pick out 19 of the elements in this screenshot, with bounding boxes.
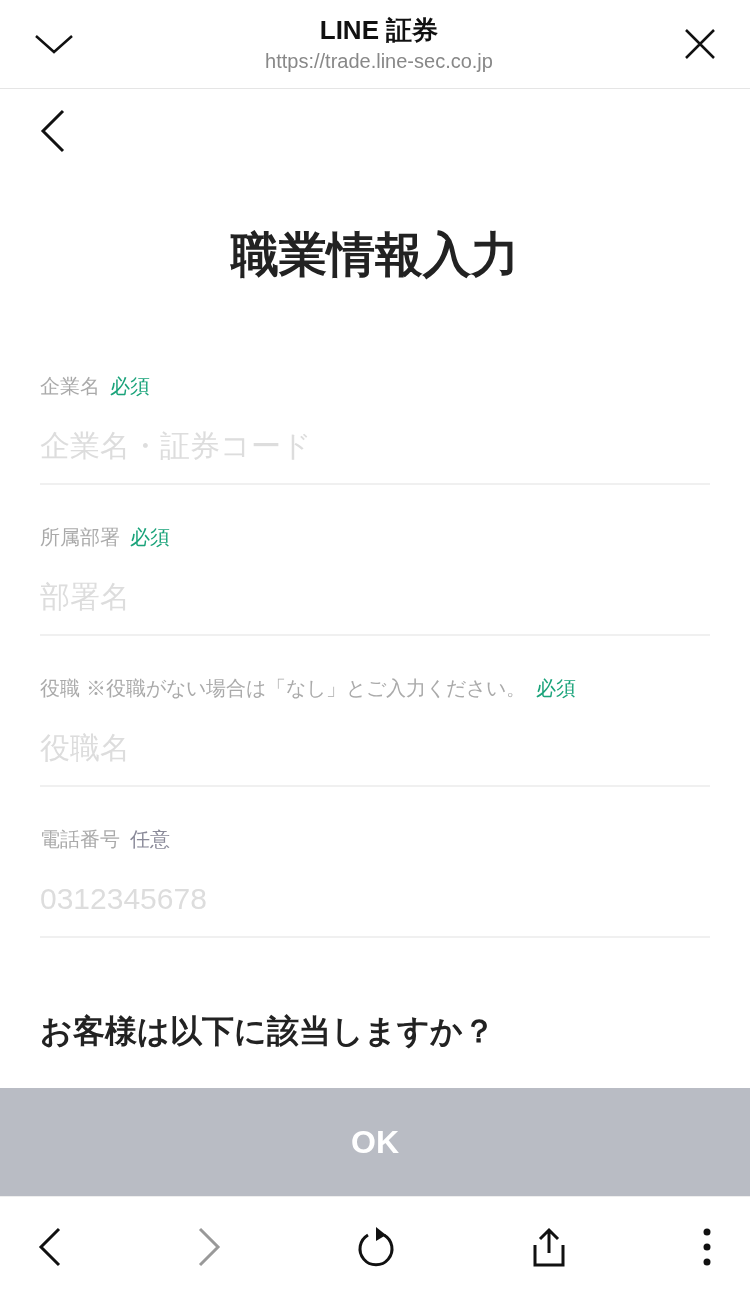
field-label: 電話番号 [40, 827, 120, 852]
more-icon[interactable] [702, 1227, 712, 1266]
field-label: 所属部署 [40, 525, 120, 550]
requirement-tag: 必須 [535, 673, 576, 703]
collapse-icon[interactable] [34, 32, 74, 56]
url-text: https://trade.line-sec.co.jp [265, 49, 493, 74]
form-title: 職業情報入力 [229, 227, 520, 283]
requirement-tag: 任意 [130, 824, 170, 854]
back-icon[interactable] [40, 109, 66, 153]
reload-icon[interactable] [356, 1225, 396, 1268]
close-icon[interactable] [684, 28, 716, 60]
share-icon[interactable] [531, 1226, 567, 1267]
field-label: 役職 ※役職がない場合は「なし」とご入力ください。 [40, 676, 526, 701]
requirement-tag: 必須 [110, 371, 150, 401]
back-icon[interactable] [38, 1226, 62, 1267]
field-label: 企業名 [40, 374, 100, 399]
section-heading: お客様は以下に該当しますか？ [40, 1012, 496, 1051]
requirement-tag: 必須 [130, 522, 170, 552]
page-title: LINE 証券 [319, 14, 439, 47]
